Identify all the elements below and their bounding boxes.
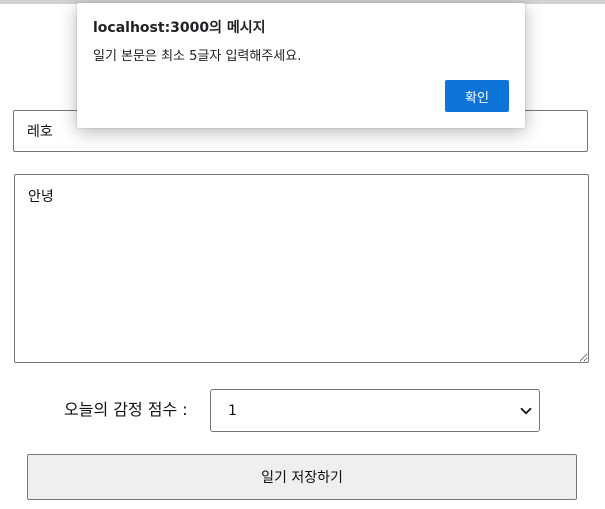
save-diary-button[interactable]: 일기 저장하기 bbox=[27, 454, 577, 500]
dialog-title: localhost:3000의 메시지 bbox=[93, 20, 266, 36]
diary-content-textarea[interactable]: 안녕 bbox=[14, 174, 589, 363]
dialog-message: 일기 본문은 최소 5글자 입력해주세요. bbox=[93, 49, 302, 64]
emotion-score-select[interactable]: 1 bbox=[210, 389, 540, 432]
dialog-confirm-button[interactable]: 확인 bbox=[445, 80, 509, 112]
emotion-score-label: 오늘의 감정 점수 : bbox=[64, 400, 188, 419]
chevron-down-icon bbox=[520, 407, 532, 415]
alert-dialog: localhost:3000의 메시지 일기 본문은 최소 5글자 입력해주세요… bbox=[77, 3, 525, 128]
emotion-score-selected-value: 1 bbox=[228, 403, 237, 419]
emotion-score-row: 오늘의 감정 점수 : 1 bbox=[0, 389, 605, 432]
